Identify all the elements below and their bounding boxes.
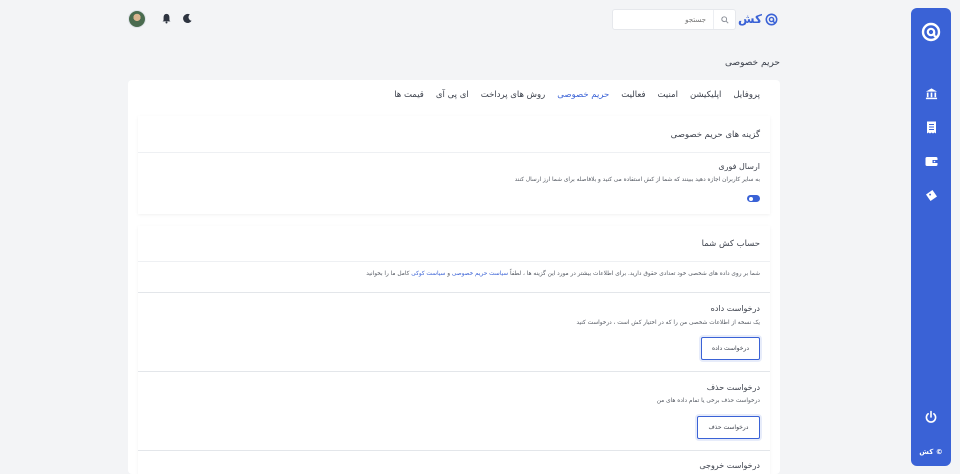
brand-logo[interactable]: کش bbox=[738, 12, 778, 26]
avatar[interactable] bbox=[128, 10, 146, 28]
tab-activity[interactable]: فعالیت bbox=[621, 90, 645, 100]
privacy-options-section: گزینه های حریم خصوصی ارسال فوری به سایر … bbox=[138, 116, 770, 214]
moon-icon[interactable] bbox=[182, 13, 193, 24]
account-section: حساب کش شما شما بر روی داده های شخصی خود… bbox=[138, 226, 770, 474]
tab-api[interactable]: ای پی آی bbox=[436, 90, 469, 100]
divider bbox=[138, 152, 770, 153]
divider bbox=[138, 450, 770, 451]
instant-send-description: به سایر کاربران اجازه دهید ببینند که شما… bbox=[514, 177, 760, 183]
logo-icon[interactable] bbox=[921, 22, 941, 42]
bell-icon[interactable] bbox=[161, 13, 172, 24]
tag-icon[interactable] bbox=[924, 188, 938, 202]
receipt-icon[interactable] bbox=[924, 120, 938, 134]
delete-request-description: درخواست حذف برخی یا تمام داده های من bbox=[656, 398, 760, 404]
privacy-policy-link[interactable]: سیاست حریم خصوصی bbox=[452, 271, 508, 277]
exit-request-title: درخواست خروجی bbox=[699, 461, 760, 470]
data-request-title: درخواست داده bbox=[710, 304, 760, 313]
tabs: پروفایل اپلیکیشن امنیت فعالیت حریم خصوصی… bbox=[394, 90, 760, 100]
tab-profile[interactable]: پروفایل bbox=[733, 90, 760, 100]
account-heading: حساب کش شما bbox=[701, 239, 760, 249]
search-input[interactable] bbox=[613, 10, 713, 29]
delete-request-title: درخواست حذف bbox=[706, 383, 760, 392]
divider bbox=[138, 261, 770, 262]
divider bbox=[138, 371, 770, 372]
page-title: حریم خصوصی bbox=[724, 58, 780, 68]
brand-mark-icon bbox=[765, 13, 778, 25]
search-box bbox=[612, 9, 736, 30]
tab-pricing[interactable]: قیمت ها bbox=[394, 90, 424, 100]
tab-payment-methods[interactable]: روش های پرداخت bbox=[481, 90, 546, 100]
rights-text-tail: کامل ما را بخوانید bbox=[366, 271, 410, 277]
brand-name: کش bbox=[738, 12, 762, 26]
and-word: و bbox=[447, 271, 451, 277]
tab-application[interactable]: اپلیکیشن bbox=[690, 90, 721, 100]
tab-security[interactable]: امنیت bbox=[658, 90, 678, 100]
search-icon[interactable] bbox=[713, 10, 735, 29]
divider bbox=[138, 292, 770, 293]
rights-text: شما بر روی داده های شخصی خود تعدادی حقوق… bbox=[366, 271, 760, 277]
bank-icon[interactable] bbox=[924, 86, 938, 100]
wallet-icon[interactable] bbox=[924, 154, 938, 168]
cookie-policy-link[interactable]: سیاست کوکی bbox=[411, 271, 445, 277]
instant-send-toggle[interactable] bbox=[747, 195, 760, 202]
delete-request-button[interactable]: درخواست حذف bbox=[697, 416, 760, 439]
rights-text-lead: شما بر روی داده های شخصی خود تعدادی حقوق… bbox=[509, 271, 760, 277]
sidebar-footer-brand: © کش bbox=[919, 448, 943, 456]
tab-privacy[interactable]: حریم خصوصی bbox=[557, 90, 609, 100]
sidebar: © کش bbox=[911, 8, 951, 466]
privacy-card: پروفایل اپلیکیشن امنیت فعالیت حریم خصوصی… bbox=[128, 80, 780, 474]
data-request-button[interactable]: درخواست داده bbox=[701, 337, 760, 360]
power-icon[interactable] bbox=[924, 410, 938, 424]
data-request-description: یک نسخه از اطلاعات شخصی من را که در اختی… bbox=[576, 320, 760, 326]
privacy-options-heading: گزینه های حریم خصوصی bbox=[670, 130, 760, 140]
instant-send-title: ارسال فوری bbox=[718, 162, 760, 171]
